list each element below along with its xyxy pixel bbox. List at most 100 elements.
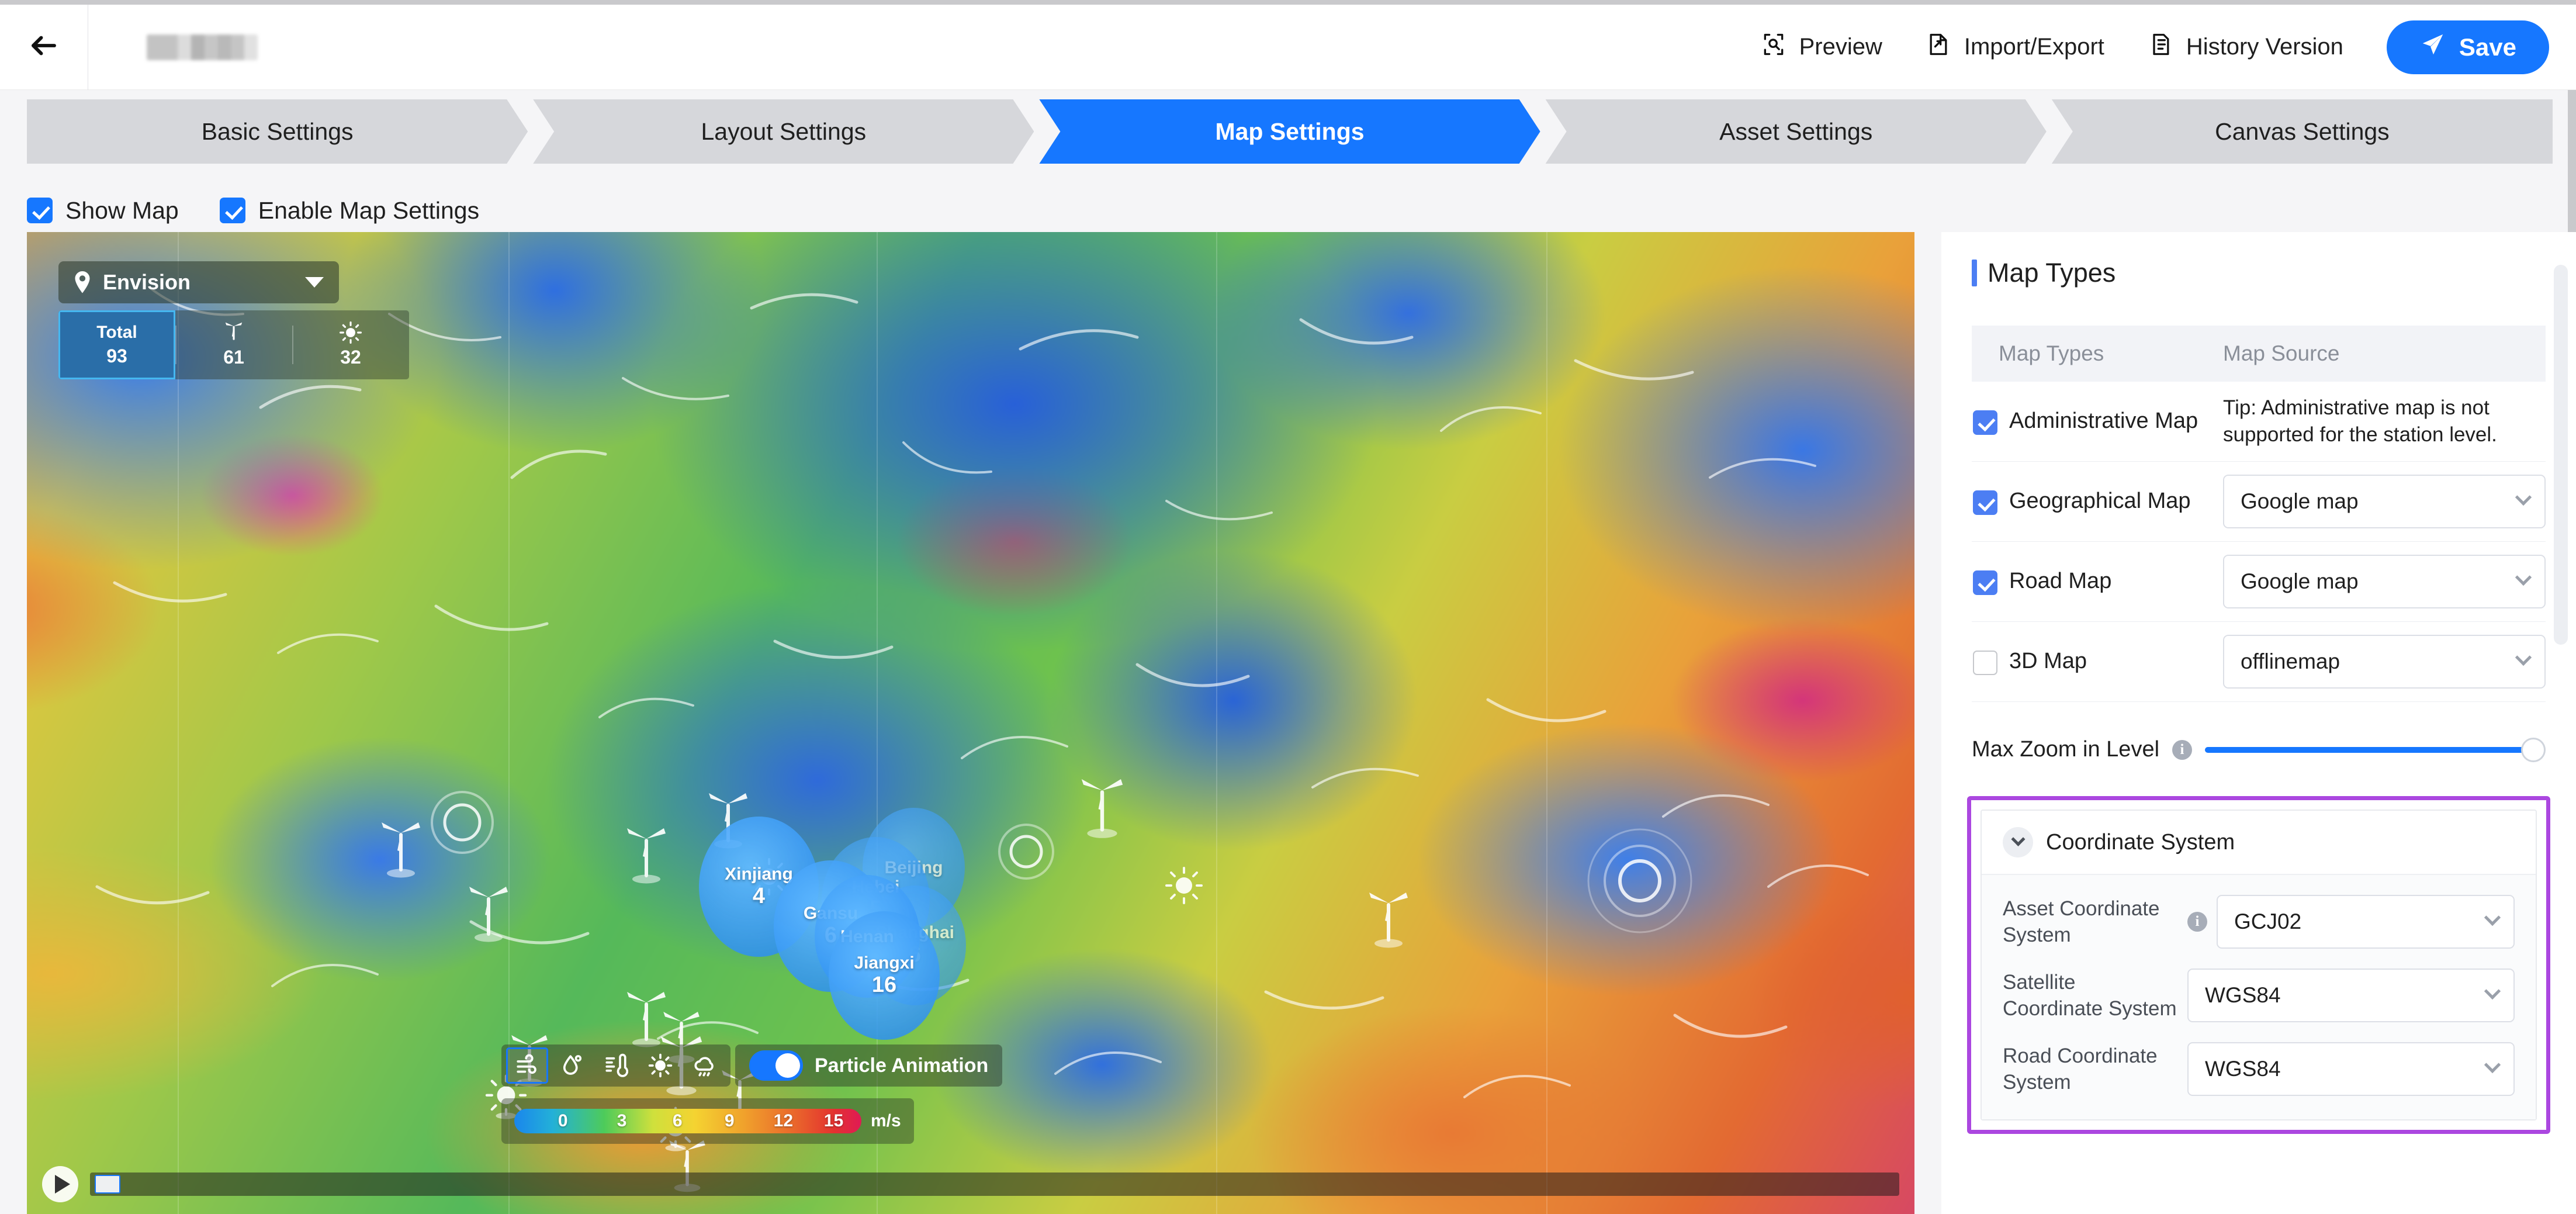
temperature-icon[interactable]: [595, 1047, 637, 1084]
play-button[interactable]: [42, 1166, 78, 1202]
import-export-icon: [1926, 31, 1951, 64]
enable-map-settings-label: Enable Map Settings: [258, 196, 480, 224]
road-map-checkbox[interactable]: Road Map: [1972, 569, 2223, 595]
legend-tick: 15: [823, 1111, 844, 1130]
tab-asset-settings[interactable]: Asset Settings: [1546, 99, 2047, 164]
history-version-button[interactable]: History Version: [2148, 31, 2343, 64]
legend-tick: 0: [558, 1111, 568, 1130]
chevron-down-icon: [2515, 569, 2532, 586]
3d-map-checkbox[interactable]: 3D Map: [1972, 649, 2223, 675]
province-bubble-jiangxi[interactable]: Jiangxi 16: [829, 911, 940, 1040]
panel-gap: [1914, 232, 1941, 1214]
road-coordinate-system-label: Road Coordinate System: [2003, 1044, 2158, 1094]
coordinate-system-body: Asset Coordinate System i GCJ02 Satellit…: [1982, 875, 2536, 1120]
show-map-checkbox[interactable]: Show Map: [27, 197, 179, 224]
solar-sun-icon: [340, 321, 362, 344]
table-row: Geographical Map Google map: [1972, 462, 2546, 542]
wind-icon[interactable]: [506, 1047, 548, 1084]
stat-solar-value: 32: [340, 347, 361, 368]
chevron-down-icon: [2484, 1057, 2501, 1074]
administrative-map-checkbox[interactable]: Administrative Map: [1972, 409, 2223, 435]
timeline-slider[interactable]: [90, 1173, 1899, 1196]
irradiance-icon[interactable]: [639, 1047, 681, 1084]
geographical-map-checkbox[interactable]: Geographical Map: [1972, 489, 2223, 515]
select-value: Google map: [2241, 489, 2359, 514]
bubble-label: Xinjiang: [725, 864, 793, 884]
asset-stats-bar: Total 93 61 32: [58, 310, 409, 379]
legend-gradient-bar: 0 3 6 9 12 15: [514, 1109, 861, 1133]
cloud-rain-icon[interactable]: [684, 1047, 726, 1084]
org-selector-envision[interactable]: Envision: [58, 261, 339, 303]
column-map-types: Map Types: [1999, 341, 2104, 365]
select-value: offlinemap: [2241, 649, 2340, 674]
preview-icon: [1761, 31, 1786, 64]
select-value: WGS84: [2205, 1057, 2281, 1081]
chevron-down-icon: [2515, 489, 2532, 506]
tab-canvas-settings[interactable]: Canvas Settings: [2051, 99, 2553, 164]
map-preview[interactable]: Envision Total 93 61 32 Xinjiang 4 Jiang…: [27, 232, 1914, 1214]
panel-title-text: Map Types: [1988, 258, 2116, 288]
stat-solar[interactable]: 32: [292, 310, 409, 379]
tab-map-settings[interactable]: Map Settings: [1039, 99, 1540, 164]
road-coordinate-system-select[interactable]: WGS84: [2187, 1042, 2515, 1097]
humidity-icon[interactable]: [550, 1047, 593, 1084]
chevron-down-icon: [2484, 909, 2501, 926]
max-zoom-slider[interactable]: [2205, 737, 2546, 762]
checkbox-icon: [27, 198, 53, 223]
slider-knob[interactable]: [2521, 737, 2546, 762]
geographical-map-label: Geographical Map: [2009, 488, 2191, 513]
panel-scrollbar[interactable]: [2554, 265, 2568, 645]
administrative-map-label: Administrative Map: [2009, 408, 2198, 433]
tab-label: Asset Settings: [1719, 117, 1873, 145]
geographical-map-source-select[interactable]: Google map: [2223, 475, 2546, 529]
stat-wind[interactable]: 61: [175, 310, 292, 379]
column-map-source: Map Source: [2223, 341, 2340, 365]
table-row: Road Map Google map: [1972, 542, 2546, 622]
save-label: Save: [2459, 33, 2516, 61]
map-types-table: Map Types Map Source Administrative Map …: [1972, 326, 2546, 703]
particle-animation-toggle[interactable]: Particle Animation: [735, 1044, 1003, 1087]
panel-title: Map Types: [1972, 258, 2576, 288]
info-icon[interactable]: i: [2187, 912, 2207, 932]
timeline-handle[interactable]: [95, 1175, 120, 1194]
tab-basic-settings[interactable]: Basic Settings: [27, 99, 528, 164]
info-icon[interactable]: i: [2172, 739, 2193, 760]
checkbox-icon: [1973, 570, 1997, 595]
save-button[interactable]: Save: [2386, 20, 2549, 74]
preview-button[interactable]: Preview: [1761, 31, 1882, 64]
coordinate-system-title: Coordinate System: [2046, 829, 2235, 855]
tab-label: Layout Settings: [701, 117, 867, 145]
preview-label: Preview: [1799, 34, 1882, 60]
coordinate-system-highlight: Coordinate System Asset Coordinate Syste…: [1967, 796, 2550, 1135]
chevron-down-icon[interactable]: [2003, 827, 2033, 858]
satellite-coordinate-system-select[interactable]: WGS84: [2187, 969, 2515, 1023]
settings-step-tabs: Basic Settings Layout Settings Map Setti…: [27, 99, 2553, 164]
satellite-coordinate-system-label: Satellite Coordinate System: [2003, 970, 2177, 1021]
checkbox-icon: [219, 198, 245, 223]
road-coordinate-system-row: Road Coordinate System WGS84: [2003, 1042, 2515, 1097]
max-zoom-label: Max Zoom in Level: [1972, 737, 2160, 762]
toggle-switch-icon: [749, 1050, 803, 1081]
3d-map-source-select[interactable]: offlinemap: [2223, 635, 2546, 689]
import-export-label: Import/Export: [1964, 34, 2104, 60]
slider-fill: [2205, 746, 2533, 753]
table-header: Map Types Map Source: [1972, 326, 2546, 382]
map-toggles-row: Show Map Enable Map Settings: [27, 190, 479, 231]
coordinate-system-header[interactable]: Coordinate System: [1982, 811, 2536, 876]
back-button[interactable]: [0, 5, 88, 90]
tab-label: Canvas Settings: [2215, 117, 2390, 145]
tab-layout-settings[interactable]: Layout Settings: [533, 99, 1034, 164]
legend-unit: m/s: [871, 1111, 901, 1130]
wind-speed-legend: 0 3 6 9 12 15 m/s: [501, 1098, 914, 1144]
stat-total[interactable]: Total 93: [58, 310, 175, 379]
enable-map-settings-checkbox[interactable]: Enable Map Settings: [219, 196, 480, 224]
stat-total-value: 93: [106, 345, 127, 366]
legend-tick: 6: [672, 1111, 683, 1130]
asset-coordinate-system-select[interactable]: GCJ02: [2217, 895, 2515, 949]
bubble-label: Jiangxi: [854, 953, 915, 973]
road-map-source-select[interactable]: Google map: [2223, 555, 2546, 609]
back-arrow-icon: [28, 30, 60, 64]
weather-layer-toolbar: [501, 1044, 730, 1087]
import-export-button[interactable]: Import/Export: [1926, 31, 2104, 64]
bubble-value: 4: [752, 883, 766, 908]
